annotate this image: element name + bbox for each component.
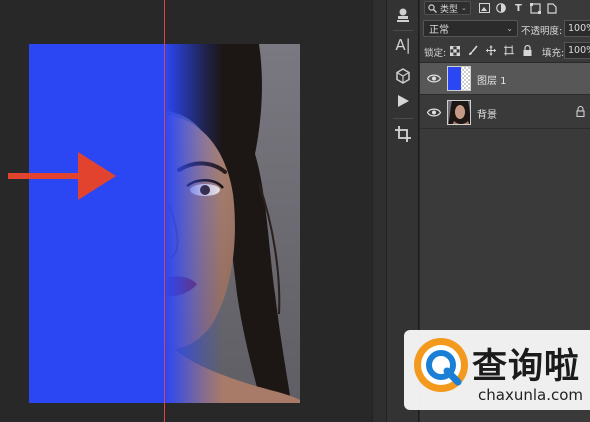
layer-divider — [420, 94, 590, 95]
blend-mode-value: 正常 — [429, 25, 449, 36]
fill-label: 填充: — [542, 48, 565, 59]
chevron-down-icon: ⌄ — [461, 4, 467, 12]
tool-separator — [393, 30, 413, 31]
blend-mode-select[interactable]: 正常 ⌄ — [423, 20, 518, 37]
chevron-down-icon: ⌄ — [506, 24, 513, 33]
layer-name[interactable]: 图层 1 — [477, 72, 507, 87]
lock-artboard-icon[interactable] — [504, 45, 514, 56]
layer-filter-row: 类型 ⌄ T — [420, 0, 590, 16]
layer-thumbnail — [447, 66, 471, 91]
fill-field[interactable]: 100% — [564, 42, 590, 59]
lock-move-icon[interactable] — [486, 45, 496, 56]
smart-object-filter-icon[interactable] — [547, 2, 558, 14]
opacity-label: 不透明度: — [521, 26, 563, 37]
document-canvas[interactable] — [0, 0, 372, 422]
filter-kind-label: 类型 — [440, 4, 459, 15]
image-filter-icon[interactable] — [478, 3, 490, 14]
chaxunla-logo-icon — [414, 338, 468, 392]
filter-kind-select[interactable]: 类型 ⌄ — [424, 1, 471, 15]
lock-label: 锁定: — [424, 48, 447, 59]
lock-icon — [576, 106, 585, 117]
3d-cube-icon[interactable] — [391, 64, 415, 88]
lock-transparent-icon[interactable] — [450, 45, 460, 56]
lock-icons — [450, 45, 532, 56]
eye-icon[interactable] — [427, 107, 441, 118]
layer-row[interactable]: 图层 1 — [420, 63, 590, 94]
layer-name[interactable]: 背景 — [477, 106, 497, 121]
panel-divider[interactable] — [372, 0, 387, 422]
lock-paint-icon[interactable] — [468, 45, 478, 56]
play-icon[interactable] — [391, 89, 415, 113]
vertical-guide-line[interactable] — [164, 0, 165, 422]
layer-thumbnail — [447, 100, 471, 125]
arrow-annotation — [8, 152, 116, 200]
type-filter-icon[interactable]: T — [513, 3, 524, 14]
filter-icons: T — [478, 2, 558, 14]
watermark-url: chaxunla.com — [478, 386, 583, 404]
lock-all-icon[interactable] — [522, 45, 532, 56]
tool-separator — [393, 118, 413, 119]
opacity-field[interactable]: 100% — [564, 20, 590, 37]
adjustment-filter-icon[interactable] — [496, 3, 507, 14]
watermark-name: 查询啦 — [472, 347, 581, 387]
crop-icon[interactable] — [391, 122, 415, 146]
layer-divider — [420, 128, 590, 129]
blend-row: 正常 ⌄ 不透明度: 100% — [420, 19, 590, 39]
lock-row: 锁定: 填充: 100% — [420, 42, 590, 60]
layer-row[interactable]: 背景 — [420, 97, 590, 128]
character-panel-icon[interactable]: A| — [391, 33, 415, 57]
eye-icon[interactable] — [427, 73, 441, 84]
stamp-icon[interactable] — [391, 3, 415, 27]
shape-filter-icon[interactable] — [529, 2, 541, 14]
search-icon — [428, 3, 437, 13]
